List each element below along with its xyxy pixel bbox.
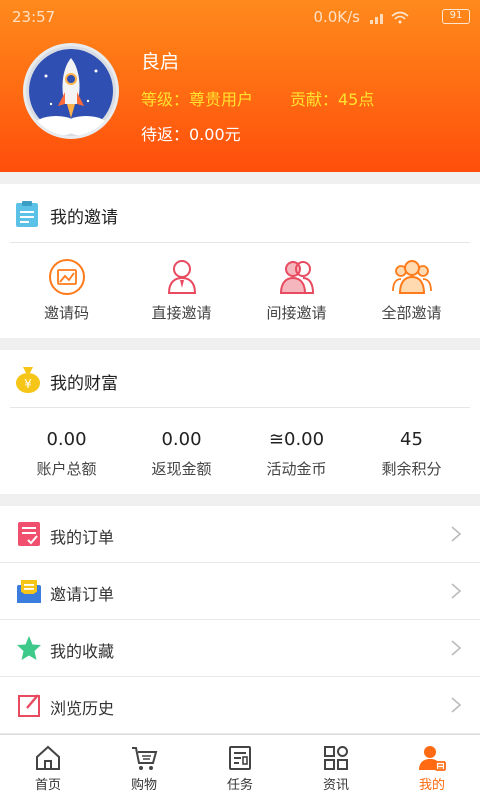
invite-card: 我的邀请 邀请码 直接邀请 间接邀请 全部邀请 (0, 184, 480, 338)
status-time: 23:57 (12, 8, 56, 26)
menu-label: 我的订单 (50, 528, 115, 547)
signal-wifi-icon (370, 11, 409, 24)
invite-options: 邀请码 直接邀请 间接邀请 全部邀请 (0, 258, 480, 323)
tab-label: 任务 (226, 778, 253, 793)
menu-item-favorites[interactable]: 我的收藏 (0, 620, 480, 677)
divider (10, 242, 470, 243)
cashback-value: 0.00 (161, 429, 202, 450)
remaining-points-value: 45 (400, 429, 423, 450)
tab-home[interactable]: 首页 (0, 735, 96, 800)
tab-label: 首页 (34, 778, 61, 793)
tab-news[interactable]: 资讯 (288, 735, 384, 800)
task-icon (229, 746, 251, 770)
pending-amount: 待返：0.00元 (141, 125, 241, 144)
all-invites-label: 全部邀请 (381, 304, 442, 322)
menu-label: 邀请订单 (50, 585, 115, 604)
chevron-right-icon (451, 526, 462, 542)
indirect-invite-label: 间接邀请 (266, 304, 327, 322)
order-icon (18, 522, 40, 546)
wealth-stats: 0.00 账户总额 0.00 返现金额 ≅0.00 活动金币 45 剩余积分 (0, 429, 480, 479)
indirect-invite-button[interactable]: 间接邀请 (239, 258, 354, 323)
user-contribution: 贡献：45点 (290, 90, 375, 109)
battery-indicator: 91 (442, 9, 470, 24)
star-icon (17, 636, 41, 660)
menu-item-history[interactable]: 浏览历史 (0, 677, 480, 734)
account-total-label: 账户总额 (36, 460, 97, 478)
tab-label: 我的 (418, 778, 445, 793)
profile-header: 23:57 0.0K/s 91 良启 等级：尊贵用户 贡献：45点 待返：0.0… (0, 0, 480, 172)
direct-invite-label: 直接邀请 (151, 304, 212, 322)
wealth-card: ¥ 我的财富 0.00 账户总额 0.00 返现金额 ≅0.00 活动金币 45… (0, 350, 480, 494)
remaining-points[interactable]: 45 剩余积分 (354, 429, 469, 479)
tab-label: 购物 (130, 778, 157, 793)
grid-icon (324, 746, 348, 770)
rocket-avatar-icon (29, 49, 113, 136)
person-icon (167, 260, 196, 294)
tab-profile[interactable]: 我的 (384, 735, 480, 800)
chevron-right-icon (451, 583, 462, 599)
invite-title: 我的邀请 (50, 208, 118, 228)
cashback-amount[interactable]: 0.00 返现金额 (124, 429, 239, 479)
menu-item-my-orders[interactable]: 我的订单 (0, 506, 480, 563)
account-total-value: 0.00 (46, 429, 87, 450)
money-bag-icon: ¥ (16, 367, 40, 393)
menu-item-invite-orders[interactable]: 邀请订单 (0, 563, 480, 620)
activity-coins-value: ≅0.00 (268, 429, 325, 450)
home-icon (36, 745, 60, 770)
all-invites-button[interactable]: 全部邀请 (354, 258, 469, 323)
network-speed: 0.0K/s (313, 8, 360, 26)
avatar[interactable] (23, 43, 119, 139)
qrcode-icon (48, 259, 85, 295)
envelope-icon (17, 580, 41, 603)
bottom-tab-bar: 首页 购物 任务 资讯 我的 (0, 734, 480, 800)
user-icon (419, 746, 446, 771)
remaining-points-label: 剩余积分 (381, 460, 442, 478)
edit-icon (18, 694, 40, 717)
tab-shopping[interactable]: 购物 (96, 735, 192, 800)
wealth-title: 我的财富 (50, 374, 118, 394)
group-icon (391, 260, 432, 294)
tab-label: 资讯 (322, 778, 349, 793)
svg-text:¥: ¥ (24, 377, 32, 391)
account-total[interactable]: 0.00 账户总额 (9, 429, 124, 479)
cart-icon (132, 747, 158, 770)
tab-tasks[interactable]: 任务 (192, 735, 288, 800)
direct-invite-button[interactable]: 直接邀请 (124, 258, 239, 323)
status-bar: 23:57 0.0K/s 91 (0, 0, 480, 34)
clipboard-icon (16, 201, 38, 227)
chevron-right-icon (451, 640, 462, 656)
activity-coins[interactable]: ≅0.00 活动金币 (239, 429, 354, 479)
activity-coins-label: 活动金币 (266, 460, 327, 478)
two-people-icon (279, 261, 314, 294)
menu-label: 浏览历史 (50, 699, 115, 718)
invite-code-label: 邀请码 (43, 304, 89, 322)
chevron-right-icon (451, 697, 462, 713)
invite-code-button[interactable]: 邀请码 (9, 258, 124, 323)
menu-label: 我的收藏 (50, 642, 115, 661)
cashback-label: 返现金额 (151, 460, 212, 478)
divider (10, 407, 470, 408)
user-name: 良启 (141, 51, 180, 73)
user-level: 等级：尊贵用户 (141, 90, 254, 109)
